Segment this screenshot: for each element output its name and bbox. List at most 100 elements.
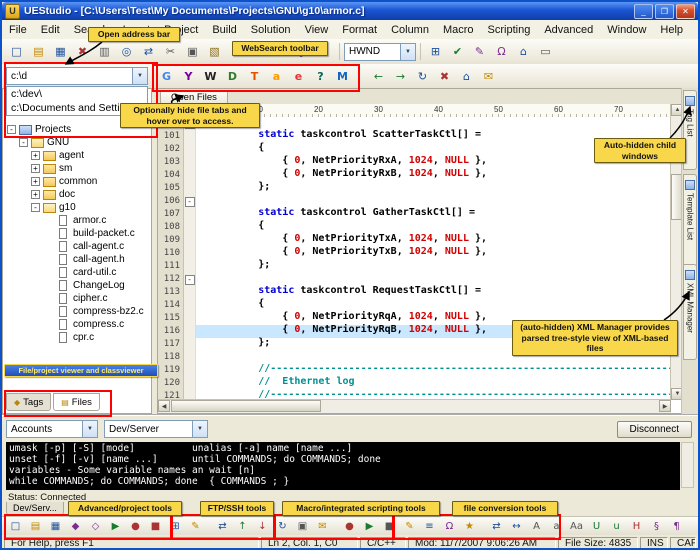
fullscreen-icon[interactable]: ▭ (535, 42, 556, 61)
fold-marker[interactable]: - (184, 273, 196, 286)
save-file-icon[interactable]: ▦ (50, 42, 71, 61)
chevron-down-icon[interactable]: ▼ (192, 421, 207, 437)
fold-marker[interactable] (184, 143, 196, 156)
chevron-down-icon[interactable]: ▼ (132, 68, 147, 84)
autohide-tab[interactable]: Template List (683, 174, 697, 274)
tree-item[interactable]: - GNU (5, 136, 149, 149)
stop-icon[interactable]: ✖ (434, 67, 455, 86)
tree-item[interactable]: cipher.c (5, 292, 149, 305)
fold-marker[interactable] (184, 338, 196, 351)
tree-item[interactable]: armor.c (5, 214, 149, 227)
menu-item[interactable]: Solution (244, 23, 298, 37)
menu-item[interactable]: Scripting (481, 23, 538, 37)
menu-item[interactable]: Edit (34, 23, 67, 37)
autohide-tab[interactable]: XML Manager (683, 264, 697, 360)
preview-browser-icon[interactable]: ⌂ (513, 42, 534, 61)
tree-toggle[interactable]: + (31, 151, 40, 160)
tree-toggle[interactable]: + (31, 190, 40, 199)
tree-item[interactable]: + agent (5, 149, 149, 162)
horizontal-scrollbar[interactable]: ◀ ▶ (158, 399, 671, 413)
stop-macro-icon[interactable]: ■ (380, 518, 399, 535)
open-project-icon[interactable]: ▤ (26, 518, 45, 535)
back-icon[interactable]: ← (368, 67, 389, 86)
accounts-combo[interactable]: Accounts ▼ (6, 420, 98, 438)
download-icon[interactable]: ↓ (253, 518, 272, 535)
restore-button[interactable]: ❐ (655, 4, 674, 19)
scroll-right-icon[interactable]: ▶ (659, 400, 671, 412)
menu-item[interactable]: Column (384, 23, 436, 37)
tree-item[interactable]: compress.c (5, 318, 149, 331)
tidy-icon[interactable]: ✔ (447, 42, 468, 61)
sync-icon[interactable]: ↻ (273, 518, 292, 535)
home-icon[interactable]: ⌂ (456, 67, 477, 86)
oem-ansi-icon[interactable]: § (647, 518, 666, 535)
menu-item[interactable]: Help (653, 23, 690, 37)
tree-toggle[interactable]: - (7, 125, 16, 134)
google-search-icon[interactable]: G (156, 67, 177, 86)
ssh-terminal[interactable]: umask [-p] [-S] [mode] unalias [-a] name… (6, 442, 680, 490)
output-tab[interactable]: Dev/Serv... (6, 502, 64, 515)
menu-item[interactable]: File (2, 23, 34, 37)
scroll-left-icon[interactable]: ◀ (158, 400, 170, 412)
fold-marker[interactable] (184, 351, 196, 364)
open-files-tab[interactable]: Open Files (160, 90, 228, 104)
fold-marker[interactable]: - (184, 195, 196, 208)
find-icon[interactable]: ◎ (116, 42, 137, 61)
stop-build-icon[interactable]: ■ (146, 518, 165, 535)
ssh-account-icon[interactable]: ✉ (313, 518, 332, 535)
terminal-scrollbar[interactable] (681, 442, 694, 488)
symbol-combo[interactable]: HWND ▼ (344, 43, 416, 61)
print-icon[interactable]: ▥ (94, 42, 115, 61)
dos-to-unix-icon[interactable]: ⇄ (487, 518, 506, 535)
edit-macro-icon[interactable]: ✎ (400, 518, 419, 535)
to-utf8-icon[interactable]: U (587, 518, 606, 535)
tree-item[interactable]: cpr.c (5, 331, 149, 344)
to-upper-icon[interactable]: A (527, 518, 546, 535)
tree-item[interactable]: call-agent.c (5, 240, 149, 253)
play-macro-icon[interactable]: ▶ (360, 518, 379, 535)
style-builder-icon[interactable]: ✎ (469, 42, 490, 61)
thesaurus-search-icon[interactable]: T (244, 67, 265, 86)
script-list-icon[interactable]: ≡ (420, 518, 439, 535)
menu-item[interactable]: View (298, 23, 336, 37)
fold-marker[interactable] (184, 234, 196, 247)
quick-record-icon[interactable]: ★ (460, 518, 479, 535)
fold-marker[interactable] (184, 208, 196, 221)
mail-icon[interactable]: ✉ (478, 67, 499, 86)
fold-marker[interactable] (184, 260, 196, 273)
fold-marker[interactable] (184, 221, 196, 234)
chevron-down-icon[interactable]: ▼ (82, 421, 97, 437)
build-icon[interactable]: ◆ (66, 518, 85, 535)
fold-marker[interactable] (184, 247, 196, 260)
ansi-oem-icon[interactable]: ¶ (667, 518, 686, 535)
replace-icon[interactable]: ⇄ (138, 42, 159, 61)
run-script-icon[interactable]: Ω (440, 518, 459, 535)
class-viewer-icon[interactable]: ⊞ (166, 518, 185, 535)
fold-marker[interactable] (184, 182, 196, 195)
fold-marker[interactable] (184, 312, 196, 325)
fold-marker[interactable] (184, 377, 196, 390)
open-file-icon[interactable]: ▤ (28, 42, 49, 61)
new-project-icon[interactable]: □ (6, 518, 25, 535)
tree-item[interactable]: build-packet.c (5, 227, 149, 240)
menu-item[interactable]: Macro (436, 23, 481, 37)
rebuild-all-icon[interactable]: ◇ (86, 518, 105, 535)
refresh-icon[interactable]: ↻ (412, 67, 433, 86)
minimize-button[interactable]: _ (634, 4, 653, 19)
msn-search-icon[interactable]: M (332, 67, 353, 86)
from-utf8-icon[interactable]: u (607, 518, 626, 535)
ftp-connect-icon[interactable]: ⇄ (213, 518, 232, 535)
script-icon[interactable]: Ω (491, 42, 512, 61)
fold-marker[interactable] (184, 169, 196, 182)
capitalize-icon[interactable]: Aa (567, 518, 586, 535)
menu-item[interactable]: Advanced (537, 23, 600, 37)
forward-icon[interactable]: → (390, 67, 411, 86)
tree-item[interactable]: card-util.c (5, 266, 149, 279)
tree-item[interactable]: ChangeLog (5, 279, 149, 292)
server-combo[interactable]: Dev/Server ▼ (104, 420, 208, 438)
close-button[interactable]: ✕ (676, 4, 695, 19)
new-file-icon[interactable]: □ (6, 42, 27, 61)
fold-marker[interactable] (184, 364, 196, 377)
sidebar-tab[interactable]: ◆ Tags (6, 393, 51, 411)
menu-item[interactable]: Format (335, 23, 384, 37)
